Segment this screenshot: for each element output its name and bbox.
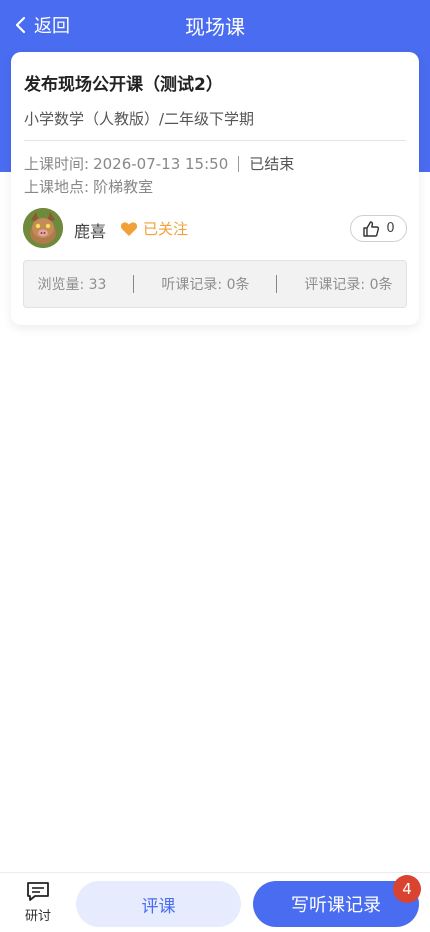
class-place-label: 上课地点: <box>24 178 90 196</box>
back-button[interactable]: 返回 <box>14 13 70 37</box>
separator <box>238 155 240 172</box>
discuss-button[interactable]: 研讨 <box>14 881 62 927</box>
course-card: 发布现场公开课（测试2） 小学数学（人教版）/二年级下学期 上课时间: 2026… <box>11 52 419 325</box>
avatar-image <box>23 208 63 248</box>
divider <box>24 140 406 141</box>
listen-record-count[interactable]: 听课记录: 0条 <box>161 274 249 294</box>
follow-button[interactable]: 已关注 <box>120 218 188 239</box>
class-time-label: 上课时间: <box>24 155 90 173</box>
class-time-row: 上课时间: 2026-07-13 15:50 已结束 <box>24 153 294 174</box>
heart-icon <box>120 221 138 236</box>
notification-badge: 4 <box>393 875 421 903</box>
author-name[interactable]: 鹿喜 <box>74 218 106 242</box>
top-bar: 返回 现场课 <box>0 0 430 50</box>
class-place-row: 上课地点: 阶梯教室 <box>24 176 153 197</box>
class-time-value: 2026-07-13 15:50 <box>93 154 229 173</box>
like-count: 0 <box>386 221 395 236</box>
chevron-left-icon <box>15 16 26 34</box>
review-record-count[interactable]: 评课记录: 0条 <box>304 274 392 294</box>
bottom-bar: 研讨 评课 写听课记录 <box>0 872 430 932</box>
discuss-label: 研讨 <box>24 909 51 924</box>
back-label: 返回 <box>34 16 70 37</box>
page-title: 现场课 <box>185 14 245 39</box>
follow-label: 已关注 <box>143 220 189 238</box>
view-count: 浏览量: 33 <box>37 277 107 293</box>
class-place-value: 阶梯教室 <box>93 178 154 196</box>
like-button[interactable]: 0 <box>350 215 407 242</box>
chat-icon <box>27 882 49 901</box>
course-title: 发布现场公开课（测试2） <box>24 75 223 95</box>
separator <box>133 275 135 293</box>
separator <box>276 275 278 293</box>
thumbs-up-icon <box>363 220 380 237</box>
status-badge: 已结束 <box>249 155 295 173</box>
review-button[interactable]: 评课 <box>76 881 241 927</box>
course-subject: 小学数学（人教版）/二年级下学期 <box>24 110 255 128</box>
avatar[interactable] <box>23 208 63 248</box>
stats-panel: 浏览量: 33 听课记录: 0条 评课记录: 0条 <box>23 260 407 308</box>
